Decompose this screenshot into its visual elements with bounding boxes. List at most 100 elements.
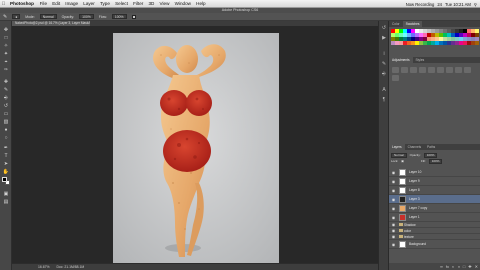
tab-paths[interactable]: Paths <box>424 144 438 150</box>
pen-tool-icon[interactable]: ✒ <box>2 145 10 152</box>
move-tool-icon[interactable]: ✥ <box>2 27 10 34</box>
new-adjustment-icon[interactable]: ◑ <box>457 264 459 269</box>
fill-field[interactable]: 100% <box>428 158 443 164</box>
curves-icon[interactable] <box>410 67 417 73</box>
recording-status[interactable]: Now Recording <box>406 2 435 7</box>
eye-icon[interactable]: ◉ <box>391 188 396 193</box>
new-layer-icon[interactable]: ✚ <box>468 264 471 269</box>
clone-stamp-tool-icon[interactable]: ⎆ <box>2 95 10 102</box>
tab-swatches[interactable]: Swatches <box>402 21 423 27</box>
brush-tool-icon-side[interactable]: ✎ <box>2 87 10 94</box>
layer-row[interactable]: ◉ Layer 9 <box>389 177 480 186</box>
history-brush-tool-icon[interactable]: ↺ <box>2 103 10 110</box>
menu-select[interactable]: Select <box>113 1 131 6</box>
menu-app-name[interactable]: Photoshop <box>7 1 37 6</box>
canvas-area[interactable] <box>12 26 378 264</box>
opacity-field[interactable]: 100% <box>79 14 94 19</box>
quick-select-tool-icon[interactable]: ✦ <box>2 51 10 58</box>
layer-row[interactable]: ◉ Layer 8 <box>389 186 480 195</box>
blend-mode-select[interactable]: Normal <box>391 152 407 158</box>
channel-mixer-icon[interactable] <box>392 75 399 81</box>
layer-row[interactable]: ◉ Background <box>389 240 480 249</box>
healing-tool-icon[interactable]: ✚ <box>2 79 10 86</box>
layer-row[interactable]: ◉ Layer 1 <box>389 213 480 222</box>
tab-styles[interactable]: Styles <box>413 57 428 63</box>
history-panel-icon[interactable]: ↺ <box>381 25 387 31</box>
delete-layer-icon[interactable]: ✕ <box>475 264 478 269</box>
layer-row-selected[interactable]: ◉ Layer 3 <box>389 195 480 204</box>
airbrush-toggle[interactable] <box>131 14 136 19</box>
info-panel-icon[interactable]: i <box>381 51 387 57</box>
type-tool-icon[interactable]: T <box>2 153 10 160</box>
lock-icon[interactable]: ▣ <box>401 159 404 163</box>
eye-icon[interactable]: ◉ <box>391 170 396 175</box>
spotlight-icon[interactable]: ⚲ <box>474 2 477 7</box>
brush-panel-icon[interactable]: ✎ <box>381 61 387 67</box>
path-select-tool-icon[interactable]: ➤ <box>2 161 10 168</box>
eyedropper-tool-icon[interactable]: ✑ <box>2 67 10 74</box>
tab-adjustments[interactable]: Adjustments <box>389 57 413 63</box>
eye-icon[interactable]: ◉ <box>391 228 396 233</box>
link-layers-icon[interactable]: ∞ <box>440 264 443 269</box>
vibrance-icon[interactable] <box>428 67 435 73</box>
photo-filter-icon[interactable] <box>464 67 471 73</box>
add-mask-icon[interactable]: ◐ <box>452 264 454 269</box>
menu-window[interactable]: Window <box>172 1 194 6</box>
tab-channels[interactable]: Channels <box>405 144 424 150</box>
eraser-tool-icon[interactable]: ▭ <box>2 111 10 118</box>
menu-clock[interactable]: Tue 10:21 AM <box>445 2 471 7</box>
lasso-tool-icon[interactable]: ✧ <box>2 43 10 50</box>
mode-select[interactable]: Normal <box>39 14 57 19</box>
eye-icon[interactable]: ◉ <box>391 242 396 247</box>
foreground-color-swatch[interactable] <box>2 177 7 182</box>
menu-layer[interactable]: Layer <box>81 1 98 6</box>
fx-icon[interactable]: fx <box>446 264 449 269</box>
hand-tool-icon[interactable]: ✋ <box>2 169 10 176</box>
tab-layers[interactable]: Layers <box>389 144 405 150</box>
menu-image[interactable]: Image <box>63 1 81 6</box>
dodge-tool-icon[interactable]: ○ <box>2 135 10 142</box>
screen-mode-icon[interactable]: ▤ <box>2 199 10 206</box>
eye-icon[interactable]: ◉ <box>391 222 396 227</box>
layer-opacity-field[interactable]: 100% <box>423 152 438 158</box>
clone-source-panel-icon[interactable]: ⎆ <box>381 71 387 77</box>
blur-tool-icon[interactable]: ● <box>2 127 10 134</box>
layer-row[interactable]: ◉ Layer 7 copy <box>389 204 480 213</box>
zoom-level[interactable]: 16.67% <box>38 265 50 269</box>
eye-icon[interactable]: ◉ <box>391 179 396 184</box>
eye-icon[interactable]: ◉ <box>391 206 396 211</box>
menu-edit[interactable]: Edit <box>50 1 63 6</box>
apple-icon[interactable]:  <box>0 1 7 7</box>
menu-type[interactable]: Type <box>97 1 112 6</box>
swatches-grid[interactable] <box>391 29 479 49</box>
brush-tool-icon[interactable]: ✎ <box>3 14 7 20</box>
marquee-tool-icon[interactable]: □ <box>2 35 10 42</box>
exposure-icon[interactable] <box>419 67 426 73</box>
document-canvas[interactable] <box>113 33 279 264</box>
menu-view[interactable]: View <box>157 1 172 6</box>
menu-3d[interactable]: 3D <box>146 1 157 6</box>
layer-row[interactable]: ◉ Layer 10 <box>389 168 480 177</box>
battery-status[interactable]: 24 <box>437 2 442 7</box>
brush-preset-picker[interactable]: ● <box>12 14 21 19</box>
paragraph-panel-icon[interactable]: ¶ <box>381 97 387 103</box>
menu-filter[interactable]: Filter <box>130 1 145 6</box>
eye-icon[interactable]: ◉ <box>391 197 396 202</box>
hue-saturation-icon[interactable] <box>437 67 444 73</box>
color-swatch[interactable] <box>475 41 479 45</box>
menu-file[interactable]: File <box>37 1 50 6</box>
actions-panel-icon[interactable]: ▶ <box>381 35 387 41</box>
eye-icon[interactable]: ◉ <box>391 215 396 220</box>
color-balance-icon[interactable] <box>446 67 453 73</box>
new-group-icon[interactable]: □ <box>463 264 465 269</box>
black-white-icon[interactable] <box>455 67 462 73</box>
menu-help[interactable]: Help <box>194 1 209 6</box>
gradient-tool-icon[interactable]: ▧ <box>2 119 10 126</box>
flow-field[interactable]: 100% <box>111 14 127 19</box>
brightness-icon[interactable] <box>392 67 399 73</box>
crop-tool-icon[interactable]: ⌖ <box>2 59 10 66</box>
eye-icon[interactable]: ◉ <box>391 234 396 239</box>
levels-icon[interactable] <box>401 67 408 73</box>
tab-color[interactable]: Color <box>389 21 403 27</box>
character-panel-icon[interactable]: A <box>381 87 387 93</box>
